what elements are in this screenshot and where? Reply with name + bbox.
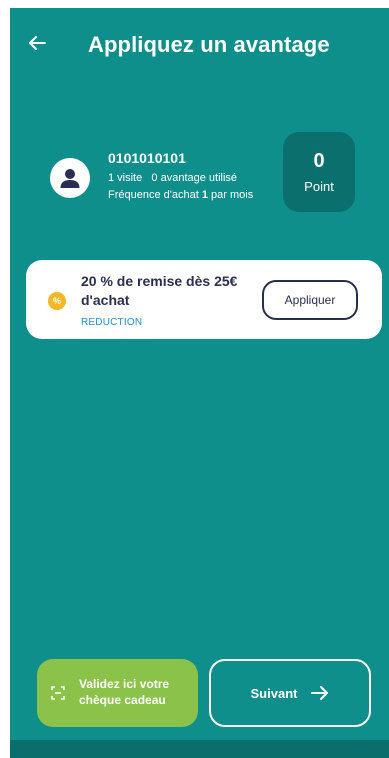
- app-screen: Appliquez un avantage 0101010101 1 visit…: [10, 8, 389, 758]
- visit-count: 1 visite: [108, 172, 143, 184]
- scan-frame-icon: [51, 686, 65, 700]
- back-button[interactable]: [24, 30, 50, 56]
- next-label: Suivant: [250, 685, 298, 701]
- next-button[interactable]: Suivant: [209, 659, 371, 727]
- percent-badge-icon: %: [48, 292, 66, 310]
- points-value: 0: [313, 150, 325, 172]
- points-badge: 0 Point: [283, 132, 355, 212]
- gift-voucher-button[interactable]: Validez ici votre chèque cadeau: [37, 659, 198, 727]
- header: Appliquez un avantage: [10, 8, 389, 84]
- customer-phone: 0101010101: [108, 150, 186, 166]
- offer-card: % 20 % de remise dès 25€ d'achat REDUCTI…: [26, 260, 382, 339]
- benefits-used: 0 avantage utilisé: [151, 172, 238, 184]
- frequency-prefix: Fréquence d'achat: [108, 189, 202, 201]
- page-title: Appliquez un avantage: [88, 32, 330, 57]
- offer-type: REDUCTION: [81, 317, 143, 328]
- arrow-left-icon: [29, 36, 46, 50]
- gift-voucher-label: Validez ici votre chèque cadeau: [79, 677, 170, 707]
- customer-summary: 0101010101 1 visite 0 avantage utilisé F…: [50, 132, 370, 220]
- arrow-right-icon: [311, 686, 329, 700]
- avatar: [50, 158, 90, 198]
- customer-info: 0101010101 1 visite 0 avantage utilisé F…: [108, 150, 253, 206]
- offer-title: 20 % de remise dès 25€ d'achat: [81, 273, 238, 308]
- purchase-frequency: Fréquence d'achat 1 par mois: [108, 189, 253, 201]
- customer-stats: 1 visite 0 avantage utilisé: [108, 172, 253, 184]
- user-icon: [60, 169, 80, 188]
- frequency-suffix: par mois: [207, 189, 254, 201]
- apply-button[interactable]: Appliquer: [262, 280, 358, 320]
- points-label: Point: [304, 179, 334, 194]
